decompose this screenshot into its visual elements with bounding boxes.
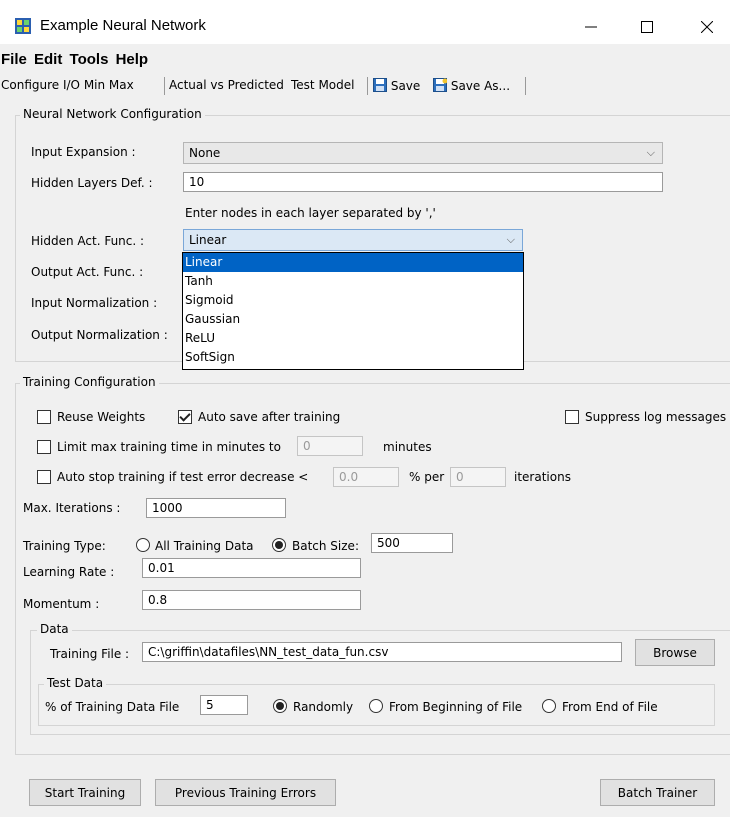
auto-stop-checkbox[interactable] bbox=[37, 470, 51, 484]
pct-training-data-input[interactable]: 5 bbox=[200, 695, 248, 715]
nn-config-title: Neural Network Configuration bbox=[20, 107, 205, 121]
momentum-input[interactable]: 0.8 bbox=[142, 590, 361, 610]
max-iterations-label: Max. Iterations : bbox=[23, 501, 121, 515]
iterations-label: iterations bbox=[514, 470, 571, 484]
from-end-radio[interactable] bbox=[542, 699, 556, 713]
all-training-data-radio[interactable] bbox=[136, 538, 150, 552]
dropdown-option-sigmoid[interactable]: Sigmoid bbox=[183, 291, 523, 310]
close-button[interactable] bbox=[684, 10, 730, 44]
minimize-button[interactable] bbox=[568, 10, 614, 44]
input-expansion-label: Input Expansion : bbox=[31, 145, 136, 159]
configure-io-button[interactable]: Configure I/O Min Max bbox=[1, 78, 134, 92]
auto-stop-label: Auto stop training if test error decreas… bbox=[57, 470, 309, 484]
reuse-weights-label: Reuse Weights bbox=[57, 410, 146, 424]
menu-edit[interactable]: Edit bbox=[33, 46, 64, 68]
batch-size-input[interactable]: 500 bbox=[371, 533, 453, 553]
save-as-label: Save As... bbox=[450, 79, 511, 93]
limit-time-unit: minutes bbox=[383, 440, 432, 454]
limit-time-checkbox[interactable] bbox=[37, 440, 51, 454]
close-icon bbox=[701, 21, 713, 33]
training-type-label: Training Type: bbox=[23, 539, 106, 553]
output-act-label: Output Act. Func. : bbox=[31, 265, 144, 279]
start-training-button[interactable]: Start Training bbox=[29, 779, 141, 806]
menu-file[interactable]: File bbox=[0, 46, 29, 68]
toolbar-separator bbox=[367, 77, 368, 95]
randomly-radio[interactable] bbox=[273, 699, 287, 713]
menu-bar: File Edit Tools Help bbox=[0, 46, 730, 70]
input-normalization-label: Input Normalization : bbox=[31, 296, 158, 310]
limit-time-label: Limit max training time in minutes to bbox=[57, 440, 281, 454]
output-normalization-label: Output Normalization : bbox=[31, 328, 168, 342]
app-icon bbox=[15, 18, 31, 34]
menu-tools[interactable]: Tools bbox=[69, 46, 111, 68]
pct-training-data-label: % of Training Data File bbox=[45, 700, 180, 714]
from-beginning-label: From Beginning of File bbox=[389, 700, 523, 714]
batch-trainer-button[interactable]: Batch Trainer bbox=[600, 779, 715, 806]
learning-rate-input[interactable]: 0.01 bbox=[142, 558, 361, 578]
training-file-label: Training File : bbox=[50, 647, 130, 661]
chevron-down-icon: ⌵ bbox=[506, 233, 515, 246]
auto-stop-iterations-input[interactable]: 0 bbox=[450, 467, 506, 487]
max-iterations-input[interactable]: 1000 bbox=[146, 498, 286, 518]
previous-training-errors-button[interactable]: Previous Training Errors bbox=[155, 779, 336, 806]
hidden-act-select[interactable]: Linear ⌵ bbox=[183, 229, 523, 251]
reuse-weights-checkbox[interactable] bbox=[37, 410, 51, 424]
save-icon bbox=[373, 78, 387, 92]
title-bar: Example Neural Network bbox=[0, 0, 730, 44]
hidden-layers-label: Hidden Layers Def. : bbox=[31, 176, 153, 190]
momentum-label: Momentum : bbox=[23, 597, 100, 611]
input-expansion-select[interactable]: None ⌵ bbox=[183, 142, 663, 164]
menu-help[interactable]: Help bbox=[115, 46, 151, 68]
per-label: % per bbox=[409, 470, 445, 484]
auto-save-checkbox[interactable] bbox=[178, 410, 192, 424]
dropdown-option-gaussian[interactable]: Gaussian bbox=[183, 310, 523, 329]
chevron-down-icon: ⌵ bbox=[646, 146, 655, 159]
auto-stop-input[interactable]: 0.0 bbox=[333, 467, 399, 487]
dropdown-option-softsign[interactable]: SoftSign bbox=[183, 348, 523, 367]
dropdown-option-tanh[interactable]: Tanh bbox=[183, 272, 523, 291]
auto-save-label: Auto save after training bbox=[198, 410, 341, 424]
test-data-title: Test Data bbox=[44, 676, 107, 690]
save-button[interactable]: Save bbox=[373, 78, 420, 93]
dropdown-option-linear[interactable]: Linear bbox=[183, 253, 523, 272]
training-config-title: Training Configuration bbox=[20, 375, 159, 389]
suppress-log-label: Suppress log messages bbox=[585, 410, 727, 424]
from-beginning-radio[interactable] bbox=[369, 699, 383, 713]
window-title: Example Neural Network bbox=[40, 17, 206, 34]
all-training-data-label: All Training Data bbox=[155, 539, 254, 553]
actual-vs-predicted-button[interactable]: Actual vs Predicted bbox=[169, 78, 284, 92]
dropdown-option-relu[interactable]: ReLU bbox=[183, 329, 523, 348]
suppress-log-checkbox[interactable] bbox=[565, 410, 579, 424]
data-title: Data bbox=[37, 622, 72, 636]
randomly-label: Randomly bbox=[293, 700, 354, 714]
learning-rate-label: Learning Rate : bbox=[23, 565, 115, 579]
input-expansion-value: None bbox=[189, 146, 221, 160]
training-file-input[interactable]: C:\griffin\datafiles\NN_test_data_fun.cs… bbox=[142, 642, 622, 662]
toolbar-separator bbox=[525, 77, 526, 95]
maximize-icon bbox=[641, 21, 653, 33]
batch-size-radio[interactable] bbox=[272, 538, 286, 552]
limit-time-input[interactable]: 0 bbox=[297, 436, 363, 456]
batch-size-label: Batch Size: bbox=[292, 539, 359, 553]
hidden-act-dropdown: Linear Tanh Sigmoid Gaussian ReLU SoftSi… bbox=[182, 252, 524, 370]
hidden-layers-hint: Enter nodes in each layer separated by '… bbox=[185, 206, 436, 220]
save-as-button[interactable]: Save As... bbox=[433, 78, 510, 93]
save-label: Save bbox=[390, 79, 421, 93]
hidden-act-value: Linear bbox=[189, 233, 227, 247]
hidden-act-label: Hidden Act. Func. : bbox=[31, 234, 145, 248]
from-end-label: From End of File bbox=[562, 700, 658, 714]
maximize-button[interactable] bbox=[624, 10, 670, 44]
minimize-icon bbox=[585, 26, 597, 28]
test-model-button[interactable]: Test Model bbox=[291, 78, 354, 92]
hidden-layers-input[interactable]: 10 bbox=[183, 172, 663, 192]
save-as-icon bbox=[433, 78, 448, 92]
toolbar-separator bbox=[164, 77, 165, 95]
browse-button[interactable]: Browse bbox=[635, 639, 715, 666]
